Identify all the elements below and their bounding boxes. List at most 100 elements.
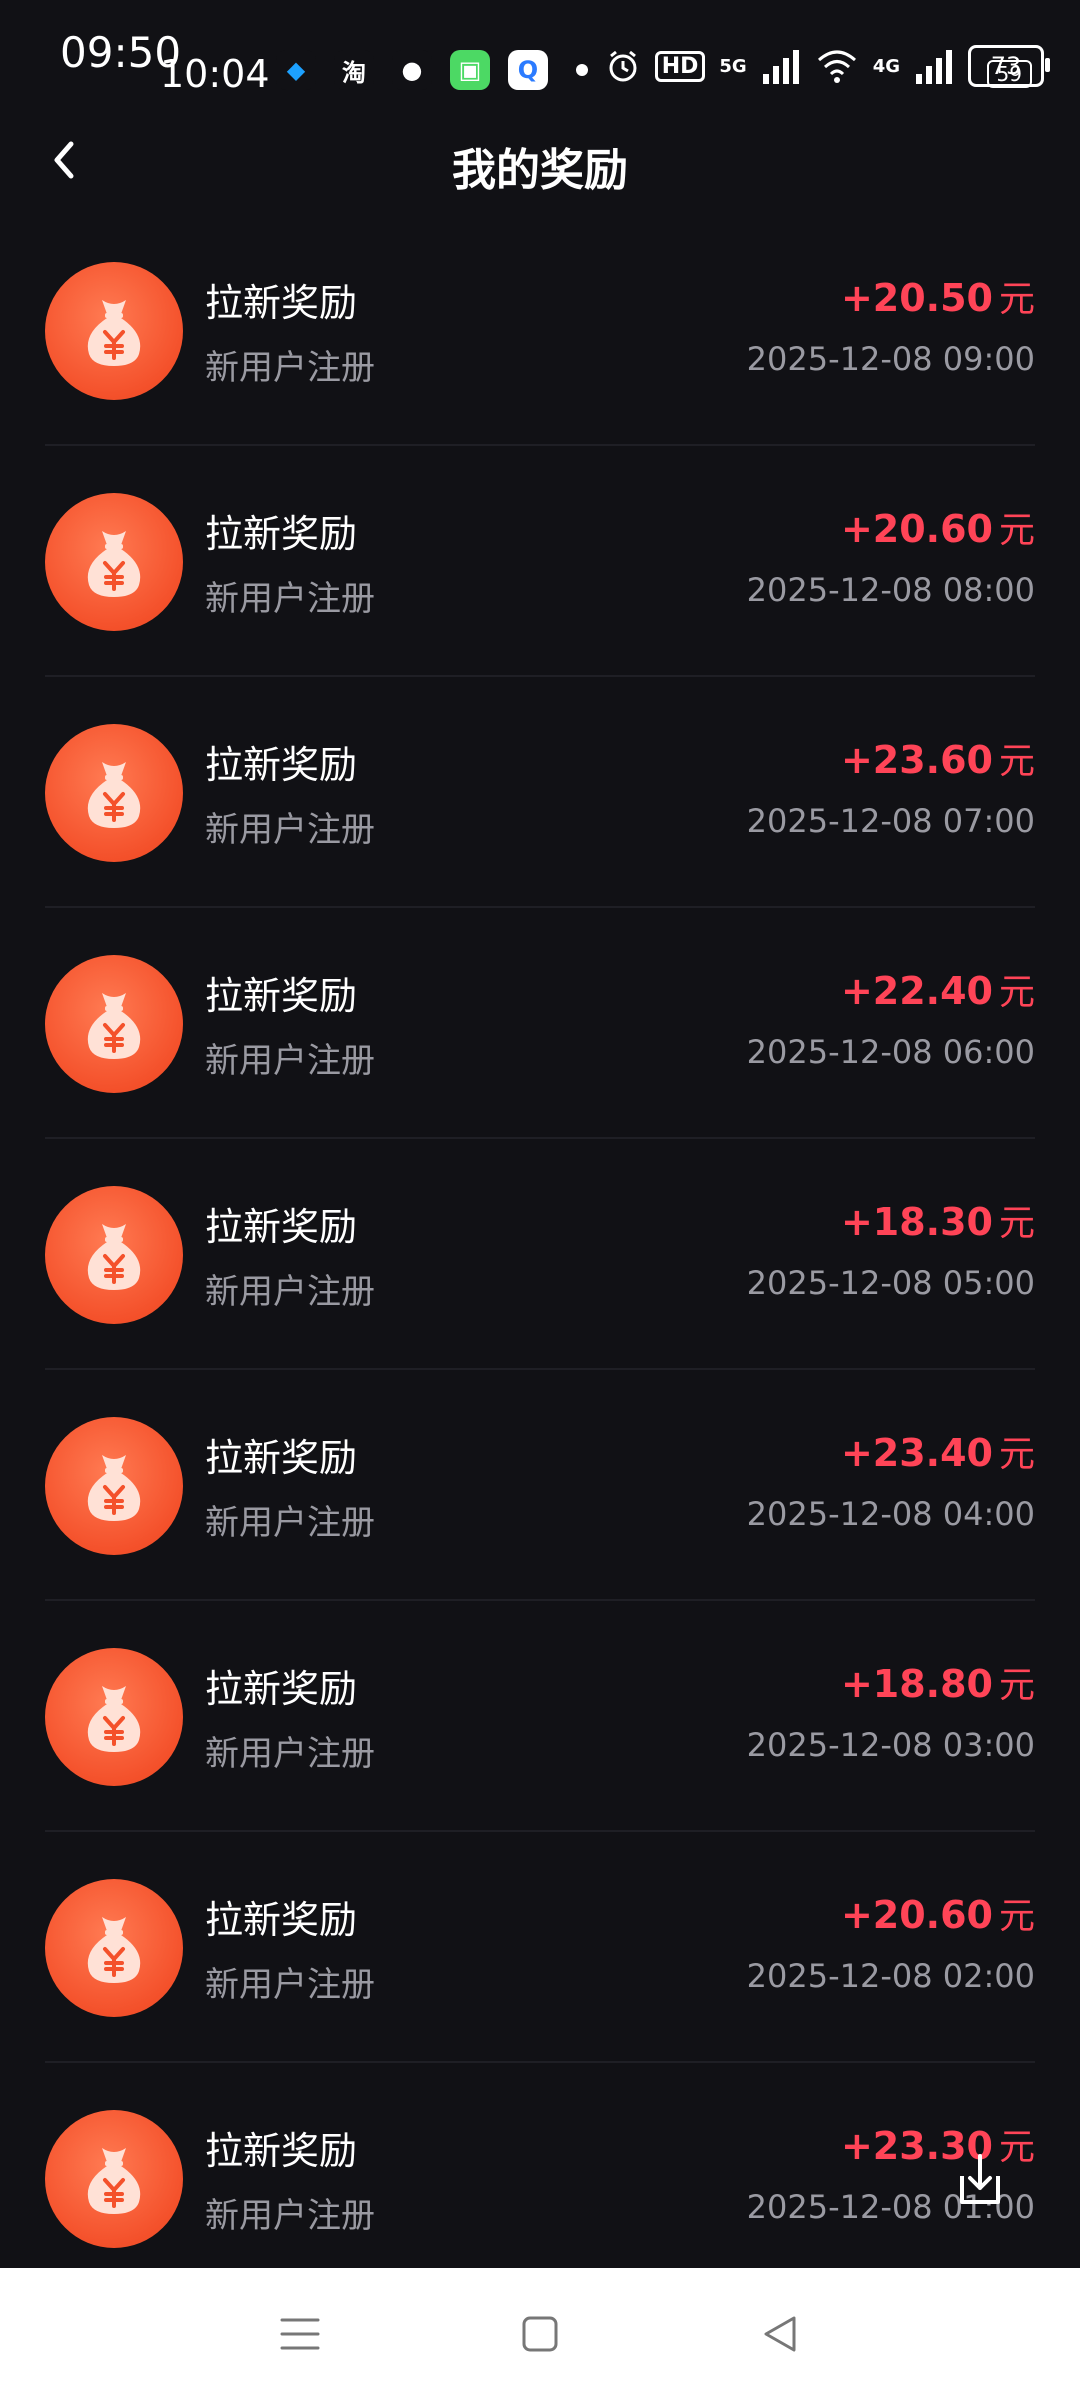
reward-amount-value: +22.40 [840, 969, 993, 1013]
signal-bars-2-icon [916, 50, 952, 84]
reward-list-item[interactable]: 拉新奖励 新用户注册 +23.60 元 2025-12-08 07:00 [45, 677, 1035, 908]
reward-amount-unit: 元 [998, 1203, 1035, 1244]
reward-subtitle: 新用户注册 [205, 1272, 375, 1312]
money-bag-icon [45, 2110, 183, 2248]
status-time-secondary: 10:04 [160, 52, 270, 96]
reward-list-item[interactable]: 拉新奖励 新用户注册 +23.40 元 2025-12-08 04:00 [45, 1370, 1035, 1601]
reward-subtitle: 新用户注册 [205, 2196, 375, 2236]
reward-subtitle: 新用户注册 [205, 579, 375, 619]
reward-amount-unit: 元 [998, 1665, 1035, 1706]
money-bag-icon [45, 262, 183, 400]
reward-amount: +23.60 元 [841, 732, 1035, 784]
nav-back-button[interactable] [740, 2294, 820, 2374]
reward-list-item[interactable]: 拉新奖励 新用户注册 +23.30 元 2025-12-08 01:00 [45, 2063, 1035, 2294]
reward-amount: +20.60 元 [841, 501, 1035, 553]
qq-icon: ◆ [276, 50, 316, 90]
reward-amount-value: +20.60 [840, 507, 993, 551]
status-system-icons: HD 5G 4G 73 [605, 36, 1050, 96]
reward-amount: +23.40 元 [841, 1425, 1035, 1477]
money-bag-icon [45, 724, 183, 862]
reward-title: 拉新奖励 [205, 1436, 358, 1480]
reward-amount-value: +23.40 [840, 1431, 993, 1475]
green-app-icon: ▣ [450, 50, 490, 90]
reward-title: 拉新奖励 [205, 2129, 358, 2173]
reward-subtitle: 新用户注册 [205, 810, 375, 850]
reward-time: 2025-12-08 07:00 [746, 802, 1035, 840]
reward-subtitle: 新用户注册 [205, 1503, 375, 1543]
status-bar: 09:50 10:04 ◆ 淘 ● ▣ Q HD 5G 4G 73 59 [0, 0, 1080, 120]
download-button[interactable] [950, 2150, 1010, 2210]
system-navigation-bar [0, 2268, 1080, 2400]
nav-home-button[interactable] [500, 2294, 580, 2374]
money-bag-glyph [87, 300, 141, 366]
reward-amount-unit: 元 [998, 1896, 1035, 1937]
signal-bars-icon [762, 50, 799, 84]
money-bag-glyph [87, 1686, 141, 1752]
nav-menu-button[interactable] [260, 2294, 340, 2374]
reward-amount-unit: 元 [998, 741, 1035, 782]
reward-amount: +20.60 元 [841, 1887, 1035, 1939]
reward-amount: +22.40 元 [841, 963, 1035, 1015]
back-triangle-icon [764, 2316, 796, 2352]
reward-amount: +18.30 元 [841, 1194, 1035, 1246]
network-4g-label: 4G [872, 55, 900, 77]
money-bag-glyph [87, 2148, 141, 2214]
reward-title: 拉新奖励 [205, 1205, 358, 1249]
reward-amount-unit: 元 [998, 972, 1035, 1013]
reward-amount: +20.50 元 [841, 270, 1035, 322]
reward-time: 2025-12-08 02:00 [746, 1957, 1035, 1995]
home-icon [522, 2316, 558, 2352]
reward-title: 拉新奖励 [205, 1667, 358, 1711]
reward-title: 拉新奖励 [205, 1898, 358, 1942]
reward-list-item[interactable]: 拉新奖励 新用户注册 +20.60 元 2025-12-08 08:00 [45, 446, 1035, 677]
reward-amount: +18.80 元 [841, 1656, 1035, 1708]
money-bag-glyph [87, 1224, 141, 1290]
reward-amount-value: +18.80 [840, 1662, 993, 1706]
reward-list-item[interactable]: 拉新奖励 新用户注册 +22.40 元 2025-12-08 06:00 [45, 908, 1035, 1139]
money-bag-glyph [87, 1455, 141, 1521]
reward-time: 2025-12-08 04:00 [746, 1495, 1035, 1533]
money-bag-glyph [87, 762, 141, 828]
menu-icon [280, 2318, 320, 2350]
status-app-icons: ◆ 淘 ● ▣ Q [276, 50, 588, 90]
money-bag-icon [45, 1186, 183, 1324]
page-title: 我的奖励 [452, 145, 628, 196]
reward-subtitle: 新用户注册 [205, 1734, 375, 1774]
reward-title: 拉新奖励 [205, 512, 358, 556]
money-bag-glyph [87, 993, 141, 1059]
network-5g-label: 5G [719, 55, 747, 77]
reward-list-item[interactable]: 拉新奖励 新用户注册 +20.60 元 2025-12-08 02:00 [45, 1832, 1035, 2063]
reward-list[interactable]: 拉新奖励 新用户注册 +20.50 元 2025-12-08 09:00 拉新奖… [45, 215, 1035, 2294]
reward-subtitle: 新用户注册 [205, 1965, 375, 2005]
more-notifications-dot [576, 64, 588, 76]
money-bag-icon [45, 1648, 183, 1786]
reward-time: 2025-12-08 03:00 [746, 1726, 1035, 1764]
reward-title: 拉新奖励 [205, 743, 358, 787]
search-app-icon: Q [508, 50, 548, 90]
download-icon [960, 2154, 1000, 2204]
reward-amount-value: +20.50 [840, 276, 993, 320]
reward-list-item[interactable]: 拉新奖励 新用户注册 +18.30 元 2025-12-08 05:00 [45, 1139, 1035, 1370]
money-bag-icon [45, 493, 183, 631]
reward-amount-value: +20.60 [840, 1893, 993, 1937]
wifi-icon [817, 50, 856, 83]
reward-amount-unit: 元 [998, 510, 1035, 551]
page-header: 我的奖励 [0, 120, 1080, 200]
reward-list-item[interactable]: 拉新奖励 新用户注册 +20.50 元 2025-12-08 09:00 [45, 215, 1035, 446]
reward-subtitle: 新用户注册 [205, 348, 375, 388]
reward-subtitle: 新用户注册 [205, 1041, 375, 1081]
reward-title: 拉新奖励 [205, 974, 358, 1018]
reward-time: 2025-12-08 09:00 [746, 340, 1035, 378]
money-bag-icon [45, 1879, 183, 2017]
money-bag-glyph [87, 1917, 141, 1983]
battery-secondary-level: 59 [986, 60, 1032, 88]
reward-amount-value: +23.60 [840, 738, 993, 782]
reward-time: 2025-12-08 05:00 [746, 1264, 1035, 1302]
money-bag-icon [45, 1417, 183, 1555]
money-bag-glyph [87, 531, 141, 597]
hd-voice-badge: HD [654, 50, 706, 82]
reward-list-item[interactable]: 拉新奖励 新用户注册 +18.80 元 2025-12-08 03:00 [45, 1601, 1035, 1832]
reward-time: 2025-12-08 08:00 [746, 571, 1035, 609]
reward-amount-value: +18.30 [840, 1200, 993, 1244]
reward-time: 2025-12-08 06:00 [746, 1033, 1035, 1071]
